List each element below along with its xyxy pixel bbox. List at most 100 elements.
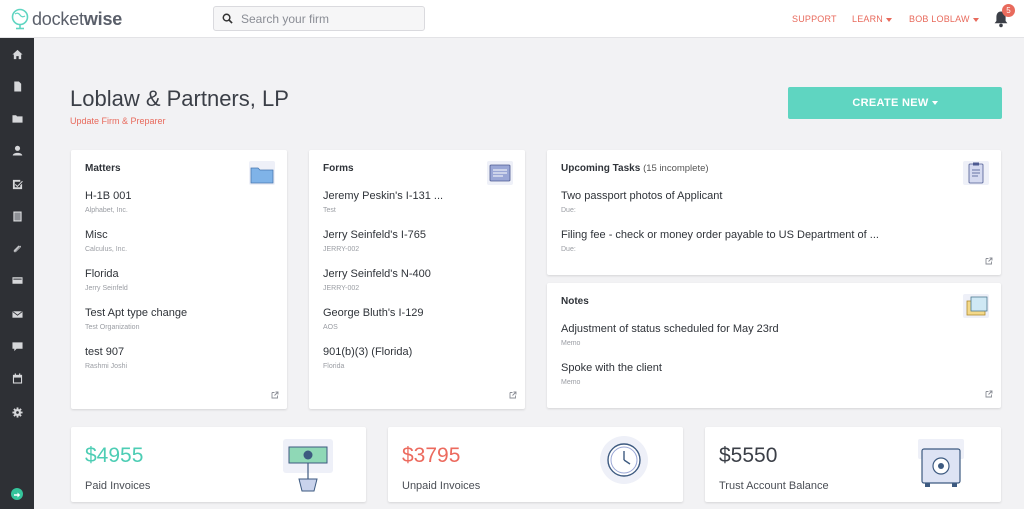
search-box[interactable] (213, 6, 425, 31)
credit-card-icon (11, 276, 23, 284)
list-item[interactable]: Spoke with the client Memo (561, 362, 662, 386)
matter-name: Florida (85, 268, 119, 280)
home-icon (11, 49, 23, 59)
list-item[interactable]: Jeremy Peskin's I-131 ... Test (323, 190, 443, 214)
list-item[interactable]: Jerry Seinfeld's N-400 JERRY-002 (323, 268, 431, 292)
matter-client: Jerry Seinfeld (85, 285, 128, 292)
unpaid-invoices-card[interactable]: $3795 Unpaid Invoices (388, 427, 683, 502)
forms-card: Forms Jeremy Peskin's I-131 ... Test Jer… (309, 150, 525, 409)
sidebar-item-forms[interactable] (0, 206, 34, 226)
external-link-icon[interactable] (985, 257, 993, 265)
form-name: Jeremy Peskin's I-131 ... (323, 190, 444, 202)
sidebar-item-settings[interactable] (0, 402, 34, 422)
form-matter: JERRY-002 (323, 246, 360, 253)
list-item[interactable]: Misc Calculus, Inc. (85, 229, 127, 253)
envelope-icon (11, 310, 23, 318)
task-due: Due: (561, 246, 576, 253)
user-menu[interactable]: BOB LOBLAW (909, 14, 979, 24)
sidebar-item-home[interactable] (0, 44, 34, 64)
docketwise-logo[interactable]: docketwise (10, 7, 122, 31)
list-item[interactable]: Jerry Seinfeld's I-765 JERRY-002 (323, 229, 426, 253)
money-plant-illustration-icon (283, 439, 333, 492)
sidebar-item-calendar[interactable] (0, 368, 34, 388)
form-name: Jerry Seinfeld's I-765 (323, 229, 426, 241)
paperclip-icon (13, 244, 21, 252)
notes-card-title: Notes (561, 296, 589, 307)
task-name: Two passport photos of Applicant (561, 190, 723, 202)
unpaid-invoices-label: Unpaid Invoices (402, 480, 481, 492)
gear-icon (11, 406, 23, 418)
chat-icon (11, 341, 23, 351)
list-item[interactable]: test 907 Rashmi Joshi (85, 346, 127, 370)
external-link-icon[interactable] (271, 391, 279, 399)
create-new-button[interactable]: CREATE NEW (788, 87, 1002, 119)
note-type: Memo (561, 340, 581, 347)
folder-icon (11, 114, 23, 123)
expand-sidebar-icon[interactable] (11, 488, 23, 500)
list-item[interactable]: Filing fee - check or money order payabl… (561, 229, 879, 253)
notes-card: Notes Adjustment of status scheduled for… (547, 283, 1001, 408)
tasks-card-title: Upcoming Tasks (15 incomplete) (561, 163, 709, 174)
forms-illustration-icon (487, 161, 513, 185)
matter-name: test 907 (85, 346, 125, 358)
sidebar-item-contacts[interactable] (0, 140, 34, 160)
sidebar-item-chat[interactable] (0, 336, 34, 356)
note-text: Spoke with the client (561, 362, 662, 374)
list-item[interactable]: Test Apt type change Test Organization (85, 307, 187, 331)
create-new-label: CREATE NEW (852, 97, 929, 109)
support-link[interactable]: SUPPORT (792, 14, 837, 24)
list-item[interactable]: Adjustment of status scheduled for May 2… (561, 323, 779, 347)
sidebar-item-tasks[interactable] (0, 174, 34, 194)
note-text: Adjustment of status scheduled for May 2… (561, 323, 779, 335)
list-item[interactable]: Two passport photos of Applicant Due: (561, 190, 722, 214)
search-input[interactable] (241, 11, 411, 26)
sidebar-item-messages[interactable] (0, 304, 34, 324)
list-item[interactable]: H-1B 001 Alphabet, Inc. (85, 190, 131, 214)
sidebar-item-billing[interactable] (0, 270, 34, 290)
matter-client: Alphabet, Inc. (85, 207, 128, 214)
list-item[interactable]: George Bluth's I-129 AOS (323, 307, 424, 331)
notification-badge[interactable]: 5 (1002, 4, 1015, 17)
matter-name: H-1B 001 (85, 190, 132, 202)
form-matter: JERRY-002 (323, 285, 360, 292)
sidebar-item-attachments[interactable] (0, 238, 34, 258)
matter-name: Test Apt type change (85, 307, 188, 319)
trust-balance-label: Trust Account Balance (719, 480, 829, 492)
matter-name: Misc (85, 229, 108, 241)
form-matter: Florida (323, 363, 345, 370)
user-name-label: BOB LOBLAW (909, 14, 970, 24)
unpaid-invoices-amount: $3795 (402, 444, 461, 467)
document-icon (13, 80, 21, 92)
sidebar-item-documents[interactable] (0, 76, 34, 96)
task-due: Due: (561, 207, 576, 214)
tasks-incomplete-count: (15 incomplete) (643, 163, 709, 174)
paid-invoices-card[interactable]: $4955 Paid Invoices (71, 427, 366, 502)
chevron-down-icon (972, 17, 979, 22)
form-name: George Bluth's I-129 (323, 307, 424, 319)
update-firm-link[interactable]: Update Firm & Preparer (70, 116, 166, 126)
trust-balance-amount: $5550 (719, 444, 778, 467)
learn-menu[interactable]: LEARN (852, 14, 893, 24)
list-item[interactable]: 901(b)(3) (Florida) Florida (323, 346, 412, 370)
external-link-icon[interactable] (509, 391, 517, 399)
matter-client: Calculus, Inc. (85, 246, 128, 253)
chevron-down-icon (886, 17, 893, 22)
upcoming-tasks-card: Upcoming Tasks (15 incomplete) Two passp… (547, 150, 1001, 275)
paid-invoices-label: Paid Invoices (85, 480, 151, 492)
task-check-icon (12, 179, 23, 189)
matters-card: Matters H-1B 001 Alphabet, Inc. Misc Cal… (71, 150, 287, 409)
tasks-title-label: Upcoming Tasks (561, 163, 641, 174)
forms-icon (12, 210, 22, 222)
folder-illustration-icon (249, 161, 275, 185)
search-icon (222, 13, 233, 24)
arrow-right-icon (14, 492, 21, 498)
sidebar-item-matters[interactable] (0, 108, 34, 128)
trust-account-card[interactable]: $5550 Trust Account Balance (705, 427, 1001, 502)
matters-card-title: Matters (85, 163, 121, 174)
logo-text-light: docket (32, 8, 84, 29)
task-name: Filing fee - check or money order payabl… (561, 229, 879, 241)
matter-client: Rashmi Joshi (85, 363, 128, 370)
list-item[interactable]: Florida Jerry Seinfeld (85, 268, 128, 292)
top-bar: docketwise SUPPORT LEARN BOB LOBLAW 5 (0, 0, 1024, 38)
external-link-icon[interactable] (985, 390, 993, 398)
